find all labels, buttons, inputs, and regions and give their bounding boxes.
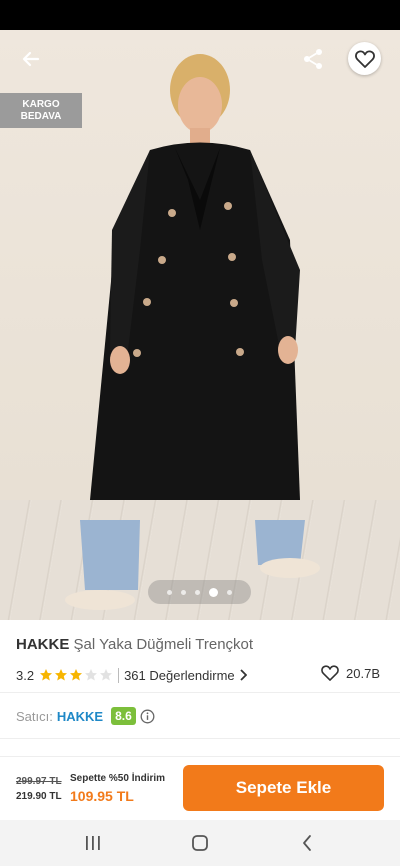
current-price: 219.90 TL	[16, 791, 62, 802]
rating-row: 3.2 361 Değerlendirme 20.7B	[16, 665, 384, 685]
star-empty-icon	[85, 669, 98, 681]
product-name: Şal Yaka Düğmeli Trençkot	[73, 636, 254, 653]
divider	[0, 738, 400, 739]
product-image-gallery[interactable]: KARGO BEDAVA	[0, 30, 400, 620]
back-button[interactable]	[16, 44, 46, 74]
recent-apps-icon	[86, 836, 101, 850]
rating-value: 3.2	[16, 667, 35, 683]
likes-value: 20.7B	[346, 665, 380, 681]
seller-name-link[interactable]: HAKKE	[57, 709, 103, 724]
image-pager[interactable]	[148, 580, 251, 604]
favorites-count[interactable]: 20.7B	[321, 665, 380, 681]
heart-icon	[321, 665, 339, 681]
free-shipping-badge: KARGO BEDAVA	[0, 93, 82, 128]
product-title: HAKKE Şal Yaka Düğmeli Trençkot	[16, 636, 253, 653]
divider	[118, 667, 120, 683]
star-filled-icon	[55, 669, 68, 681]
add-to-cart-button[interactable]: Sepete Ekle	[183, 765, 384, 811]
reviews-link[interactable]: 361 Değerlendirme	[124, 668, 247, 683]
system-navigation-bar	[0, 820, 400, 866]
badge-line-2: BEDAVA	[20, 110, 62, 122]
info-icon[interactable]	[140, 709, 155, 724]
old-price: 299.97 TL	[16, 776, 62, 787]
heart-icon	[354, 50, 375, 68]
product-brand[interactable]: HAKKE	[16, 636, 69, 653]
chevron-right-icon	[240, 669, 247, 681]
pager-dot-active[interactable]	[209, 587, 218, 597]
home-button[interactable]	[185, 828, 215, 858]
back-arrow-icon	[22, 51, 40, 67]
star-filled-icon	[40, 669, 53, 681]
recent-apps-button[interactable]	[78, 828, 108, 858]
seller-row: Satıcı: HAKKE 8.6	[16, 706, 155, 726]
checkout-bar: 299.97 TL 219.90 TL Sepette %50 İndirim …	[0, 756, 400, 820]
divider	[0, 692, 400, 693]
badge-line-1: KARGO	[22, 98, 60, 110]
share-icon	[304, 49, 322, 69]
seller-score-badge: 8.6	[111, 707, 136, 725]
star-empty-icon	[100, 669, 113, 681]
discounted-price: 109.95 TL	[70, 788, 134, 804]
share-button[interactable]	[298, 44, 328, 74]
back-icon	[302, 835, 311, 851]
reviews-count: 361 Değerlendirme	[124, 667, 235, 683]
pager-dot[interactable]	[195, 589, 200, 595]
pager-dot[interactable]	[167, 589, 172, 595]
pager-dot[interactable]	[227, 589, 232, 595]
rating-stars	[39, 668, 113, 682]
nav-back-button[interactable]	[292, 828, 322, 858]
status-bar	[0, 0, 400, 30]
seller-label: Satıcı:	[16, 708, 53, 724]
pager-dot[interactable]	[181, 589, 186, 595]
favorite-button[interactable]	[348, 42, 381, 75]
star-filled-icon	[70, 669, 83, 681]
home-icon	[192, 835, 208, 851]
cart-discount-label: Sepette %50 İndirim	[70, 773, 166, 784]
